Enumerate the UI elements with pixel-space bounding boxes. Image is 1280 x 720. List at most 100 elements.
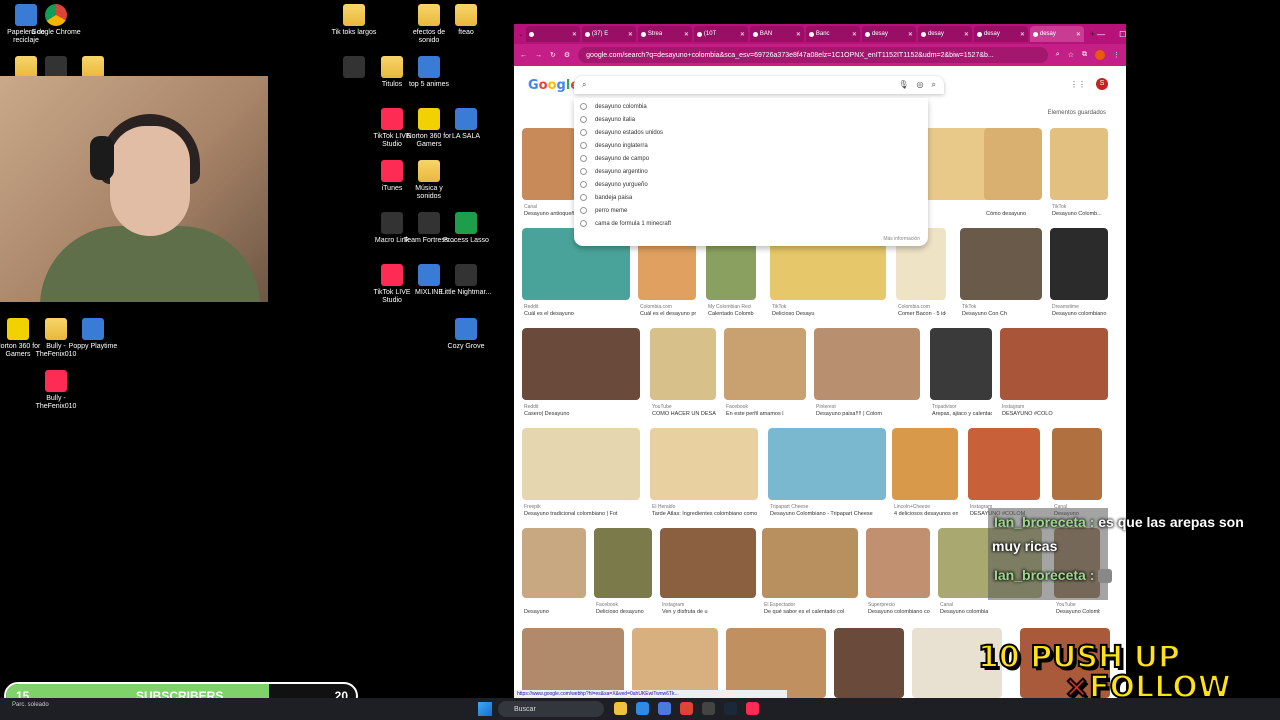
browser-tab[interactable]: BAN ✕ (749, 26, 804, 42)
profile-avatar[interactable] (1095, 50, 1105, 60)
extensions-icon[interactable]: ⧉ (1082, 51, 1087, 59)
browser-tab[interactable]: Strea ✕ (637, 26, 692, 42)
suggestion-item[interactable]: desayuno italia (574, 113, 928, 126)
image-result[interactable]: Desayuno (522, 528, 586, 618)
browser-tab[interactable]: desay ✕ (1029, 26, 1084, 42)
close-tab-icon[interactable]: ✕ (1020, 31, 1025, 38)
google-apps-icon[interactable]: ⋮⋮ (1070, 80, 1086, 89)
search-submit-icon[interactable]: ⌕ (932, 80, 936, 90)
reload-icon[interactable]: ↻ (550, 51, 556, 59)
close-tab-icon[interactable]: ✕ (908, 31, 913, 38)
account-avatar[interactable]: S (1096, 78, 1108, 90)
suggestion-item[interactable]: cama de formula 1 minecraft (574, 217, 928, 230)
desktop-icon-fteao[interactable]: fteao (440, 4, 492, 37)
desktop-icon-process-lasso[interactable]: Process Lasso (440, 212, 492, 245)
menu-kebab-icon[interactable]: ⋮ (1113, 51, 1120, 59)
file-explorer-icon[interactable] (614, 702, 627, 715)
desktop-icon-cozy-grove[interactable]: Cozy Grove (440, 318, 492, 351)
image-result[interactable]: El Espectador De qué sabor es el calentad… (762, 528, 858, 618)
close-tab-icon[interactable]: ✕ (852, 31, 857, 38)
back-icon[interactable]: ← (520, 52, 527, 59)
image-result[interactable]: Facebook En este perfil amamos l (724, 328, 806, 420)
close-tab-icon[interactable]: ✕ (1076, 31, 1081, 38)
desktop-icon-musica[interactable]: Música y sonidos (403, 160, 455, 201)
suggestion-item[interactable]: desayuno argentino (574, 165, 928, 178)
image-result[interactable] (922, 128, 992, 220)
saved-items-link[interactable]: Elementos guardados (1048, 110, 1106, 116)
desktop-icon-tiktoks-largos[interactable]: Tik toks largos (328, 4, 380, 37)
desktop-icon-bully-rar[interactable]: Bully - TheFenix010 (30, 370, 82, 411)
more-info-link[interactable]: Más información (883, 236, 920, 242)
lens-icon[interactable]: ◎ (917, 80, 924, 90)
desktop-icon-top5[interactable]: top 5 animes (403, 56, 455, 89)
steam-icon[interactable] (724, 702, 737, 715)
edge-icon[interactable] (636, 702, 649, 715)
image-result[interactable]: Tripapart Cheese Desayuno Colombiano - Tr… (768, 428, 886, 520)
image-result[interactable]: TripadvisorArepas, ajiaco y calentado: l… (930, 328, 992, 420)
forward-icon[interactable]: → (535, 52, 542, 59)
taskbar-search[interactable]: Buscar (498, 701, 604, 717)
image-result[interactable]: Reddit Casero| Desayuno (522, 328, 640, 420)
url-field[interactable]: google.com/search?q=desayuno+colombia&sc… (578, 47, 1048, 63)
image-result[interactable]: Canal Desayuno antioqueño (522, 128, 576, 220)
image-result[interactable]: Instagram Ven y disfruta de u (660, 528, 756, 618)
image-result[interactable]: Freepik Desayuno tradicional colombiano |… (522, 428, 640, 520)
store-icon[interactable] (658, 702, 671, 715)
browser-tab[interactable]: desay ✕ (917, 26, 972, 42)
close-tab-icon[interactable]: ✕ (628, 31, 633, 38)
close-tab-icon[interactable]: ✕ (796, 31, 801, 38)
image-result[interactable] (726, 628, 826, 698)
desktop-icon-little-nightmares[interactable]: Little Nightmar... (440, 264, 492, 297)
image-result[interactable]: TikTok Desayuno Colomb... (1050, 128, 1108, 220)
suggestion-item[interactable]: desayuno colombia (574, 100, 928, 113)
image-result[interactable]: El Heraldo Tarde Atlas: Ingredientes colo… (650, 428, 758, 520)
close-tab-icon[interactable]: ✕ (740, 31, 745, 38)
search-input[interactable]: ⌕ 🎙 ◎ ⌕ (574, 76, 944, 94)
image-result[interactable]: DreamstimeDesayuno colombiano típico (1050, 228, 1108, 320)
image-result[interactable]: Facebook Delicioso desayuno (594, 528, 652, 618)
image-result[interactable]: Cómo desayuno (984, 128, 1042, 220)
image-result[interactable]: InstagramNo hay desayuno (522, 628, 624, 698)
browser-tab[interactable]: desay ✕ (973, 26, 1028, 42)
image-result[interactable] (632, 628, 718, 698)
suggestion-item[interactable]: perro meme (574, 204, 928, 217)
suggestion-item[interactable]: desayuno de campo (574, 152, 928, 165)
tab-search-icon[interactable]: ⌄ (518, 30, 524, 38)
image-result[interactable]: Instagram DESAYUNO #COLO (1000, 328, 1108, 420)
new-tab-button[interactable]: + (1090, 29, 1095, 39)
desktop-icon-poppy-playtime[interactable]: Poppy Playtime (67, 318, 119, 351)
bookmark-star-icon[interactable]: ☆ (1068, 51, 1074, 59)
suggestion-item[interactable]: desayuno inglaterra (574, 139, 928, 152)
chrome-icon[interactable] (680, 702, 693, 715)
maximize-button[interactable]: ☐ (1119, 30, 1126, 39)
close-tab-icon[interactable]: ✕ (684, 31, 689, 38)
weather-widget[interactable]: Parc. soleado (12, 702, 49, 708)
browser-tab[interactable]: desay ✕ (861, 26, 916, 42)
site-info-icon[interactable]: ⚙ (564, 51, 570, 59)
suggestion-item[interactable]: desayuno yurgueño (574, 178, 928, 191)
start-button[interactable] (478, 702, 492, 716)
tiktok-icon[interactable] (746, 702, 759, 715)
suggestion-item[interactable]: desayuno estados unidos (574, 126, 928, 139)
image-result[interactable]: Lincoln+Cheese 4 deliciosos desayunos en … (892, 428, 958, 520)
image-result[interactable]: Pinterest Desayuno paisa!!!! | Colom (814, 328, 920, 420)
minimize-button[interactable]: — (1097, 30, 1105, 39)
google-logo[interactable]: Google (528, 78, 579, 93)
browser-tab[interactable]: Banc ✕ (805, 26, 860, 42)
browser-tab[interactable]: (10T ✕ (693, 26, 748, 42)
browser-tab[interactable]: (37) E ✕ (581, 26, 636, 42)
desktop-icon-la-sala[interactable]: LA SALA (440, 108, 492, 141)
image-result[interactable]: CanalDesayuno (1052, 428, 1102, 520)
image-result[interactable]: SuperprecioDesayuno colombiano completo (866, 528, 930, 618)
close-tab-icon[interactable]: ✕ (572, 31, 577, 38)
browser-tab[interactable]: ✕ (525, 26, 580, 42)
voice-search-icon[interactable]: 🎙 (898, 80, 908, 90)
desktop-icon-chrome[interactable]: Google Chrome (30, 4, 82, 37)
close-tab-icon[interactable]: ✕ (964, 31, 969, 38)
image-result[interactable]: TikTok Desayuno Con Ch (960, 228, 1042, 320)
image-result[interactable]: YouTubeCÓMO HACER UN DESAYUNO TÍPICO C (650, 328, 716, 420)
obs-icon[interactable] (702, 702, 715, 715)
suggestion-item[interactable]: bandeja paisa (574, 191, 928, 204)
image-result[interactable]: InstagramDESAYUNO #COLOM (968, 428, 1040, 520)
image-result[interactable] (834, 628, 904, 698)
